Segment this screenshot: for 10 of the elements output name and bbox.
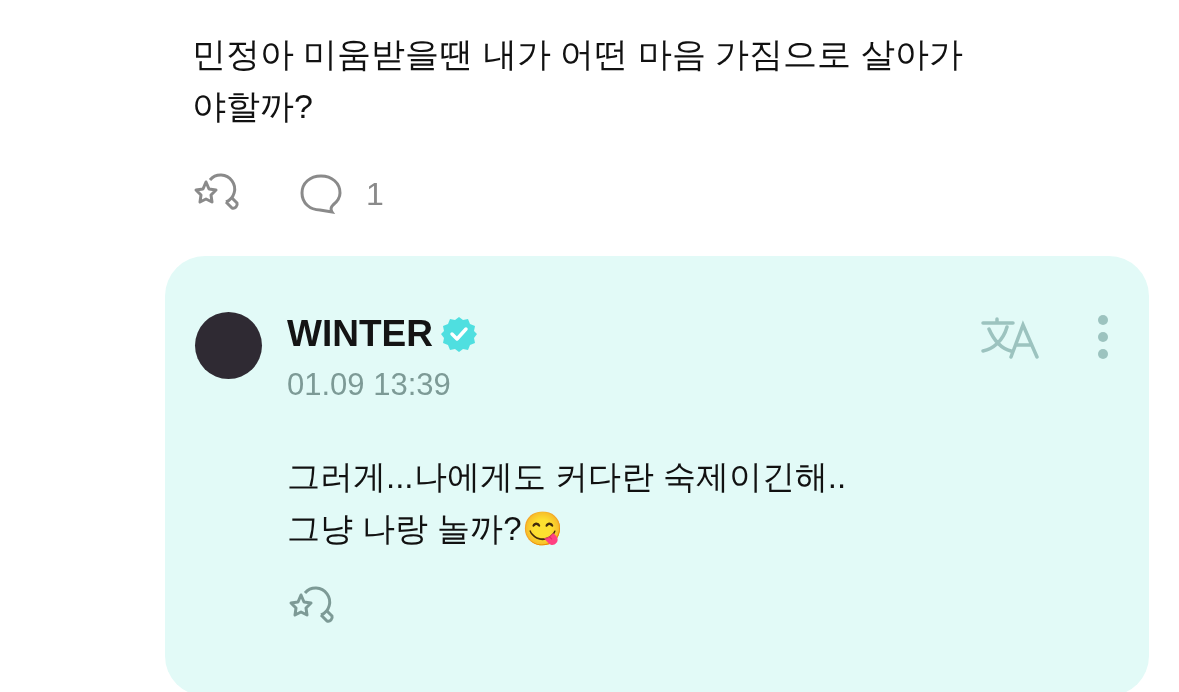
- reply-text: 그냥 나랑 놀까?😋: [287, 508, 563, 549]
- author-name: WINTER: [287, 312, 433, 356]
- reply-text: 그러게...나에게도 커다란 숙제이긴해..: [287, 456, 847, 497]
- translate-icon[interactable]: [979, 315, 1041, 359]
- post-text: 민정아 미움받을땐 내가 어떤 마음 가짐으로 살아가: [192, 34, 963, 75]
- speech-bubble-icon[interactable]: [298, 172, 344, 216]
- post-time: 01.09 13:39: [287, 366, 452, 404]
- more-options-icon[interactable]: [1097, 314, 1109, 360]
- post-text: 야할까?: [192, 86, 313, 127]
- comment-count: 1: [366, 175, 384, 214]
